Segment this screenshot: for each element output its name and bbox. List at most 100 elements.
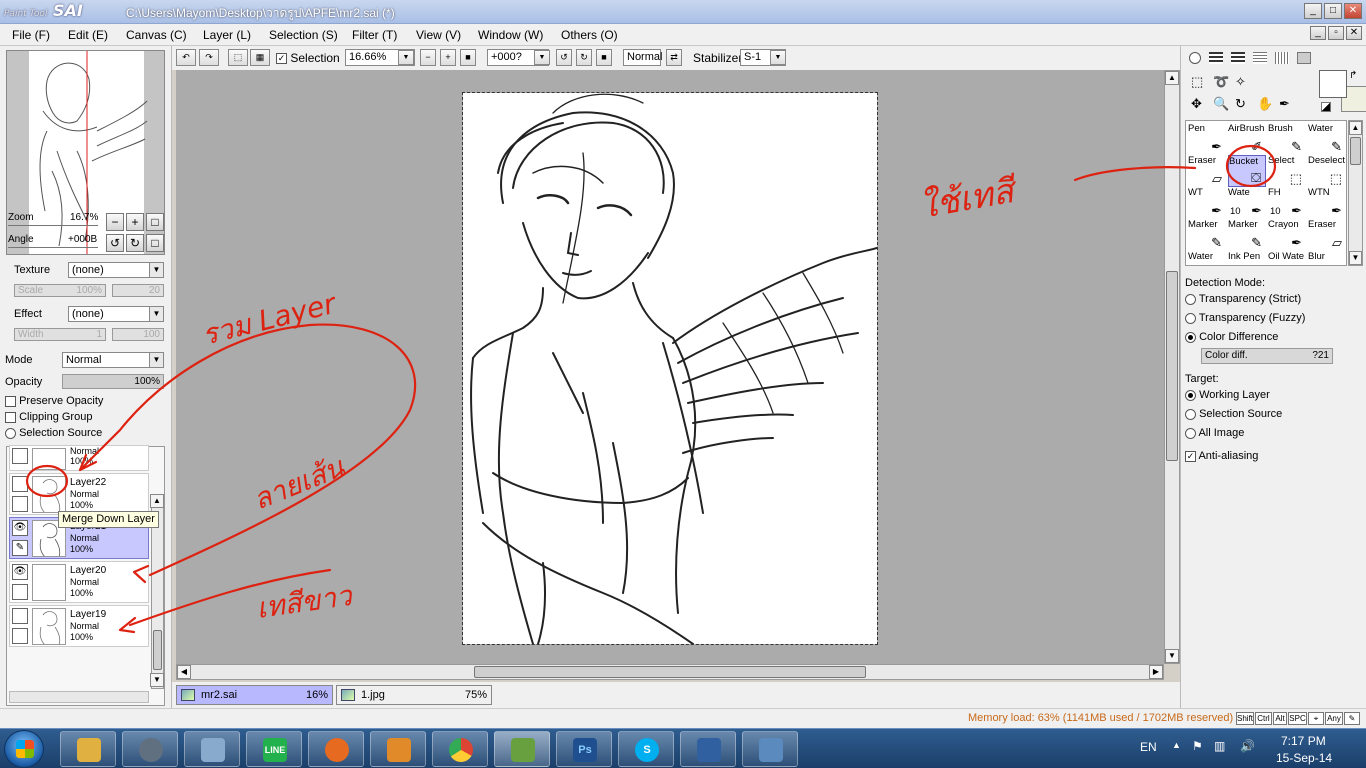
scroll-right-icon[interactable]: ▶: [1149, 665, 1163, 679]
tool-eraser[interactable]: Eraser ▱: [1188, 155, 1226, 187]
layer-row[interactable]: Layer19 Normal 100%: [9, 605, 149, 647]
default-colors-icon[interactable]: [1321, 102, 1331, 112]
tool-water[interactable]: Water ✎: [1308, 123, 1346, 155]
tool-marker[interactable]: Marker ✎: [1188, 219, 1226, 251]
language-indicator[interactable]: EN: [1140, 740, 1157, 754]
taskbar-app-explorer[interactable]: [60, 731, 116, 767]
taskbar-app-viewer[interactable]: [742, 731, 798, 767]
clock-time[interactable]: 7:17 PM: [1281, 734, 1326, 748]
detection-fuzzy-option[interactable]: Transparency (Fuzzy): [1185, 312, 1305, 324]
target-working-layer-radio[interactable]: [1185, 389, 1196, 401]
swap-colors-icon[interactable]: ↱: [1349, 70, 1357, 81]
effect-select[interactable]: (none) ▼: [68, 306, 164, 322]
tool-grid-scrollbar[interactable]: ▲ ▼: [1348, 120, 1363, 266]
menu-filter[interactable]: Filter (T): [352, 28, 397, 42]
canvas-vertical-scrollbar[interactable]: ▲ ▼: [1164, 70, 1180, 664]
visibility-toggle[interactable]: [12, 608, 28, 624]
tool-water-2[interactable]: Water: [1188, 251, 1226, 265]
opacity-slider[interactable]: 100%: [62, 374, 164, 389]
scroll-down-icon[interactable]: ▼: [1349, 251, 1362, 265]
scroll-down-icon[interactable]: ▼: [1165, 649, 1179, 663]
rect-select-icon[interactable]: ⬚: [1191, 74, 1203, 90]
antialias-toggle[interactable]: ✓ Anti-aliasing: [1185, 450, 1258, 462]
tool-crayon[interactable]: Crayon ✒: [1268, 219, 1306, 251]
selection-source-radio[interactable]: [5, 427, 16, 439]
target-selection-source-radio[interactable]: [1185, 408, 1196, 420]
taskbar-app-2[interactable]: [122, 731, 178, 767]
menu-window[interactable]: Window (W): [478, 28, 543, 42]
eye-icon[interactable]: 👁: [12, 564, 28, 580]
canvas-vscroll-thumb[interactable]: [1166, 271, 1178, 461]
taskbar-app-media[interactable]: [370, 731, 426, 767]
layer-row[interactable]: Normal 100%: [9, 445, 149, 471]
scroll-up-icon[interactable]: ▲: [1165, 71, 1179, 85]
clock-date[interactable]: 15-Sep-14: [1276, 751, 1332, 765]
tool-oil-water[interactable]: Oil Wate: [1268, 251, 1306, 265]
taskbar-app-firefox[interactable]: [308, 731, 364, 767]
hsv-slider-icon[interactable]: [1231, 52, 1245, 64]
width-slider[interactable]: Width 1: [14, 328, 106, 341]
tool-fh[interactable]: FH 10 ✒: [1268, 187, 1306, 219]
volume-icon[interactable]: 🔊: [1240, 739, 1255, 753]
target-selection-source-option[interactable]: Selection Source: [1185, 408, 1282, 420]
clipping-group-toggle[interactable]: Clipping Group: [5, 411, 92, 423]
tool-scroll-thumb[interactable]: [1350, 137, 1361, 165]
rotate-reset-icon[interactable]: ■: [596, 49, 612, 66]
tool-deselect[interactable]: Deselect ⬚: [1308, 155, 1346, 187]
nav-zoom-out-icon[interactable]: −: [106, 213, 124, 231]
tab-1-jpg[interactable]: 1.jpg 75%: [336, 685, 492, 705]
canvas-horizontal-scrollbar[interactable]: ◀ ▶: [176, 664, 1164, 680]
rotate-right-icon[interactable]: ↻: [576, 49, 592, 66]
nav-zoom-reset-icon[interactable]: □: [146, 213, 164, 231]
foreground-color-swatch[interactable]: [1319, 70, 1347, 98]
rgb-slider-icon[interactable]: [1209, 52, 1223, 64]
layer-row[interactable]: Layer22 Normal 100%: [9, 473, 149, 515]
target-working-layer-option[interactable]: Working Layer: [1185, 389, 1270, 401]
tool-wtn[interactable]: WTN ✒: [1308, 187, 1346, 219]
invert-selection-icon[interactable]: ▦: [250, 49, 270, 66]
tool-marker-2[interactable]: Marker ✎: [1228, 219, 1266, 251]
lock-toggle[interactable]: [12, 628, 28, 644]
minimize-button[interactable]: _: [1304, 3, 1322, 19]
doc-close-button[interactable]: ✕: [1346, 26, 1362, 40]
flag-icon[interactable]: ⚑: [1192, 739, 1203, 753]
color-palette-icon[interactable]: [1253, 52, 1267, 64]
angle-dropdown-icon[interactable]: ▼: [534, 50, 550, 65]
nav-rotate-left-icon[interactable]: ↺: [106, 234, 124, 252]
detection-fuzzy-radio[interactable]: [1185, 312, 1196, 324]
lasso-icon[interactable]: ➰: [1213, 74, 1229, 90]
taskbar-app-photoshop[interactable]: Ps: [556, 731, 612, 767]
scroll-left-icon[interactable]: ◀: [177, 665, 191, 679]
drawing-canvas[interactable]: [462, 92, 878, 645]
redo-icon[interactable]: ↷: [199, 49, 219, 66]
move-icon[interactable]: ✥: [1191, 96, 1202, 112]
taskbar-app-notepad[interactable]: [184, 731, 240, 767]
visibility-toggle[interactable]: [12, 448, 28, 464]
menu-view[interactable]: View (V): [416, 28, 461, 42]
layer-hscroll[interactable]: [9, 691, 149, 703]
stabilizer-dropdown-icon[interactable]: ▼: [770, 50, 786, 65]
detection-color-diff-option[interactable]: Color Difference: [1185, 331, 1278, 343]
selection-checkbox[interactable]: ✓: [276, 53, 287, 65]
layer-row[interactable]: 👁 Layer20 Normal 100%: [9, 561, 149, 603]
nav-rotate-right-icon[interactable]: ↻: [126, 234, 144, 252]
swatches-icon[interactable]: [1275, 52, 1289, 64]
doc-restore-button[interactable]: ▫: [1328, 26, 1344, 40]
mode-select[interactable]: Normal ▼: [62, 352, 164, 368]
tool-wt[interactable]: WT ✒: [1188, 187, 1226, 219]
eye-icon[interactable]: 👁: [12, 520, 28, 536]
target-all-image-radio[interactable]: [1185, 427, 1196, 439]
taskbar-app-paint[interactable]: [494, 731, 550, 767]
selection-source-toggle[interactable]: Selection Source: [5, 427, 102, 439]
network-icon[interactable]: ▥: [1214, 739, 1225, 753]
width-number[interactable]: 100: [112, 328, 164, 341]
visibility-toggle[interactable]: [12, 476, 28, 492]
menu-layer[interactable]: Layer (L): [203, 28, 251, 42]
menu-others[interactable]: Others (O): [561, 28, 618, 42]
tab-mr2-sai[interactable]: mr2.sai 16%: [176, 685, 333, 705]
tool-blur[interactable]: Blur: [1308, 251, 1346, 265]
antialias-checkbox[interactable]: ✓: [1185, 450, 1196, 462]
scale-slider[interactable]: Scale 100%: [14, 284, 106, 297]
taskbar-app-skype[interactable]: S: [618, 731, 674, 767]
tool-pen[interactable]: Pen ✒: [1188, 123, 1226, 155]
